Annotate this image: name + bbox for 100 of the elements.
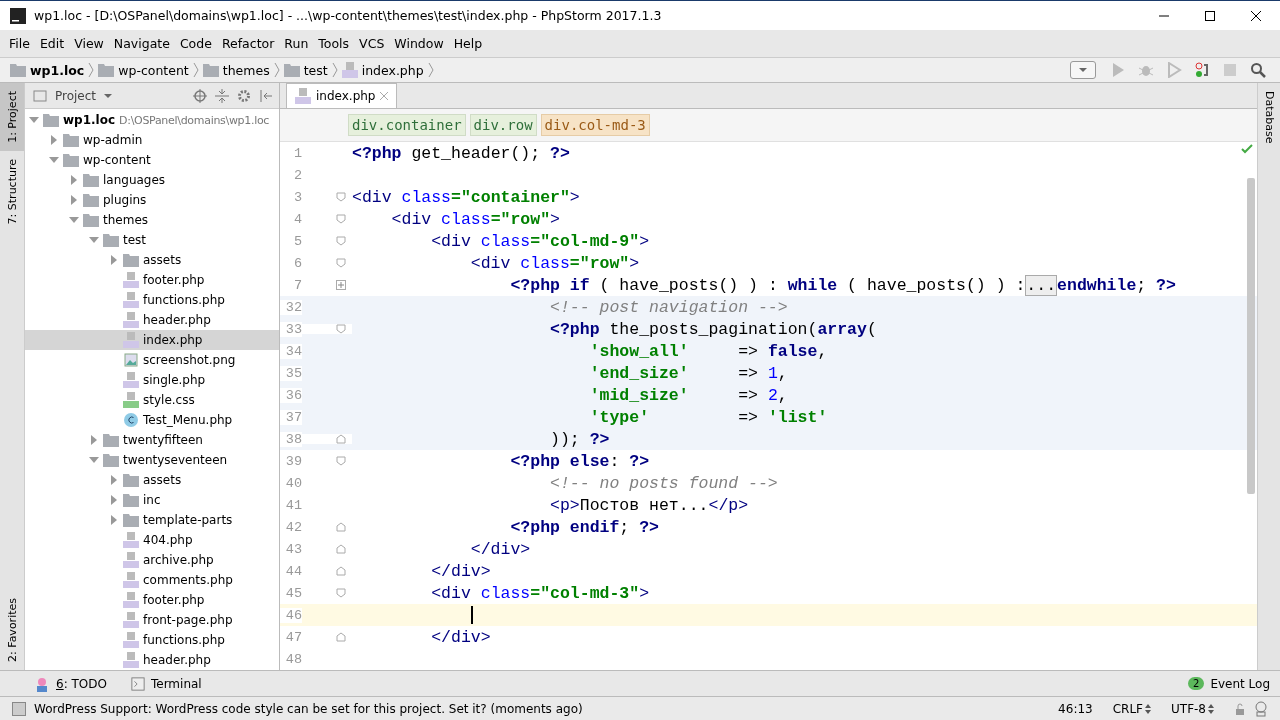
menu-item[interactable]: Run <box>279 36 314 51</box>
line-separator-selector[interactable]: CRLF <box>1112 701 1151 716</box>
fold-icon[interactable] <box>336 632 346 642</box>
breadcrumb-item[interactable]: themes <box>222 62 270 78</box>
fold-icon[interactable] <box>336 192 346 202</box>
breadcrumb-item[interactable]: wp-content <box>118 62 189 78</box>
chevron-icon <box>331 62 338 78</box>
tool-window-button[interactable]: Database <box>1258 83 1280 152</box>
menu-item[interactable]: Navigate <box>108 36 175 51</box>
close-icon[interactable] <box>1250 9 1262 22</box>
event-log-button[interactable]: 2 Event Log <box>1188 676 1270 691</box>
expanded-arrow-icon[interactable] <box>29 115 39 125</box>
menu-item[interactable]: View <box>69 36 109 51</box>
run-configuration-dropdown[interactable] <box>1070 61 1096 79</box>
locate-icon[interactable] <box>193 88 207 103</box>
expand-fold-icon[interactable] <box>336 280 346 290</box>
tree-item[interactable]: functions.php <box>25 630 279 650</box>
tree-item[interactable]: single.php <box>25 370 279 390</box>
tree-item[interactable]: twentyseventeen <box>25 450 279 470</box>
expanded-arrow-icon[interactable] <box>89 455 99 465</box>
expanded-arrow-icon[interactable] <box>49 155 59 165</box>
fold-icon[interactable] <box>336 522 346 532</box>
play-icon[interactable] <box>1110 62 1126 78</box>
code-line: </div> <box>469 539 531 559</box>
menu-item[interactable]: File <box>4 36 35 51</box>
tree-item[interactable]: archive.php <box>25 550 279 570</box>
breadcrumb-item[interactable]: wp1.loc <box>30 62 85 78</box>
tool-window-button[interactable]: 2: Favorites <box>0 590 24 670</box>
tree-item[interactable]: test <box>25 230 279 250</box>
fold-icon[interactable] <box>336 258 346 268</box>
fold-icon[interactable] <box>336 434 346 444</box>
breadcrumb-item[interactable]: index.php <box>361 62 424 78</box>
project-icon <box>33 88 47 103</box>
tree-item[interactable]: twentyfifteen <box>25 430 279 450</box>
tree-item[interactable]: wp-admin <box>25 130 279 150</box>
fold-icon[interactable] <box>336 324 346 334</box>
tree-item[interactable]: header.php <box>25 310 279 330</box>
menu-item[interactable]: Code <box>174 36 217 51</box>
fold-icon[interactable] <box>336 456 346 466</box>
tree-item[interactable]: template-parts <box>25 510 279 530</box>
menu-item[interactable]: Refactor <box>216 36 280 51</box>
tree-item[interactable]: footer.php <box>25 270 279 290</box>
tree-item[interactable]: inc <box>25 490 279 510</box>
inspector-icon[interactable] <box>1254 700 1268 717</box>
menu-item[interactable]: Tools <box>313 36 355 51</box>
tree-item[interactable]: header.php <box>25 650 279 670</box>
tree-item[interactable]: front-page.php <box>25 610 279 630</box>
tree-item[interactable]: 404.php <box>25 530 279 550</box>
search-icon[interactable] <box>1250 62 1266 78</box>
coverage-icon[interactable] <box>1166 62 1182 78</box>
tree-item[interactable]: Test_Menu.php <box>25 410 279 430</box>
fold-icon[interactable] <box>336 544 346 554</box>
settings-icon[interactable] <box>237 88 251 103</box>
tool-window-button[interactable]: 7: Structure <box>0 150 24 233</box>
listen-debug-icon[interactable] <box>1194 62 1210 78</box>
tree-item[interactable]: style.css <box>25 390 279 410</box>
menu-item[interactable]: Help <box>448 36 488 51</box>
tree-item[interactable]: languages <box>25 170 279 190</box>
collapsed-arrow-icon[interactable] <box>109 255 119 265</box>
tree-item[interactable]: functions.php <box>25 290 279 310</box>
editor-tab[interactable]: index.php <box>286 83 398 108</box>
collapse-all-icon[interactable] <box>215 88 229 103</box>
collapsed-arrow-icon[interactable] <box>89 435 99 445</box>
hide-panel-icon[interactable] <box>259 88 273 103</box>
fold-icon[interactable] <box>336 214 346 224</box>
tree-item[interactable]: comments.php <box>25 570 279 590</box>
lock-icon[interactable] <box>1234 702 1246 715</box>
menu-item[interactable]: VCS <box>354 36 390 51</box>
menu-item[interactable]: Window <box>389 36 449 51</box>
encoding-selector[interactable]: UTF-8 <box>1171 701 1214 716</box>
tag-breadcrumb[interactable]: div.container <box>348 114 466 136</box>
tree-item[interactable]: assets <box>25 470 279 490</box>
tree-item[interactable]: wp1.loc D:\OSPanel\domains\wp1.loc <box>25 110 279 130</box>
fold-icon[interactable] <box>336 566 346 576</box>
panel-title[interactable]: Project <box>55 88 97 103</box>
tag-breadcrumb[interactable]: div.col-md-3 <box>540 114 650 136</box>
line-number: 33 <box>280 321 302 337</box>
fold-icon[interactable] <box>336 236 346 246</box>
tree-item[interactable]: wp-content <box>25 150 279 170</box>
tree-item[interactable]: themes <box>25 210 279 230</box>
dropdown-caret-icon[interactable] <box>104 93 113 98</box>
tree-item[interactable]: index.php <box>25 330 279 350</box>
caret-position[interactable]: 46:13 <box>1058 701 1093 716</box>
collapsed-arrow-icon[interactable] <box>49 135 59 145</box>
tree-item[interactable]: screenshot.png <box>25 350 279 370</box>
tool-window-button[interactable]: 6: TODO <box>34 675 107 692</box>
scrollbar-thumb[interactable] <box>1247 178 1255 494</box>
tree-item[interactable]: assets <box>25 250 279 270</box>
tool-window-button[interactable]: Terminal <box>130 676 202 691</box>
php-file-icon <box>123 552 139 568</box>
breadcrumb-item[interactable]: test <box>303 62 328 78</box>
fold-icon[interactable] <box>336 588 346 598</box>
tree-item[interactable]: plugins <box>25 190 279 210</box>
maximize-icon[interactable] <box>1204 9 1216 22</box>
panel-toggle-icon[interactable] <box>12 701 26 716</box>
tag-breadcrumb[interactable]: div.row <box>469 114 537 136</box>
menu-item[interactable]: Edit <box>34 36 70 51</box>
tool-window-button[interactable]: 1: Project <box>0 83 24 151</box>
folder-icon <box>123 473 139 487</box>
tree-item[interactable]: footer.php <box>25 590 279 610</box>
